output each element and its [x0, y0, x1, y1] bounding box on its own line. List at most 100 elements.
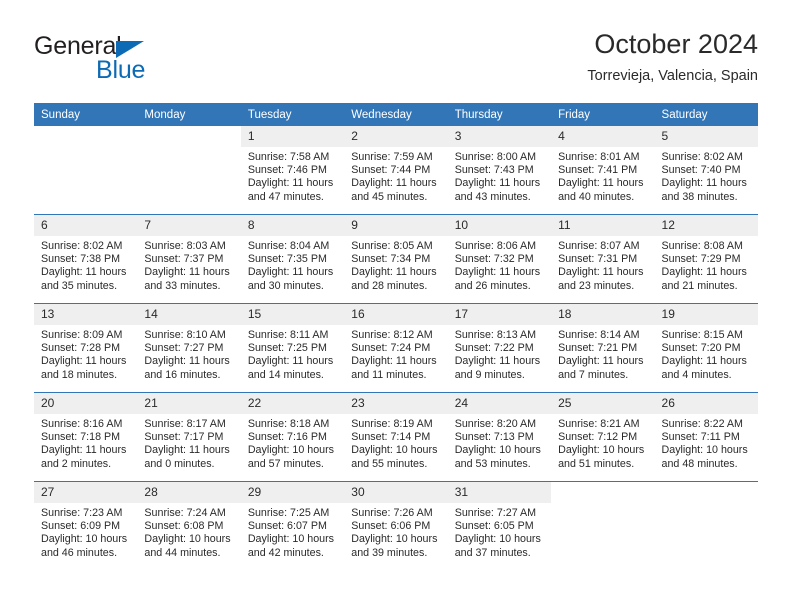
day-details: Sunrise: 8:02 AM Sunset: 7:40 PM Daylight:…	[655, 147, 758, 204]
sunrise-text: Sunrise: 8:15 AM	[661, 329, 743, 341]
sunset-text: Sunset: 7:31 PM	[558, 253, 638, 266]
day-details: Sunrise: 8:10 AM Sunset: 7:27 PM Daylight:…	[137, 325, 240, 382]
day-number: 14	[137, 304, 241, 325]
general-blue-logo[interactable]: General Blue	[34, 32, 234, 88]
sunrise-text: Sunrise: 8:02 AM	[41, 240, 123, 252]
day-details: Sunrise: 7:25 AM Sunset: 6:07 PM Daylight:…	[241, 503, 344, 560]
calendar-day-cell[interactable]: 18 Sunrise: 8:14 AM Sunset: 7:21 PM Dayligh…	[551, 303, 655, 393]
calendar-day-cell[interactable]: 20 Sunrise: 8:16 AM Sunset: 7:18 PM Dayligh…	[34, 392, 138, 482]
sunrise-text: Sunrise: 8:13 AM	[454, 329, 537, 341]
sunrise-text: Sunrise: 8:01 AM	[558, 151, 640, 163]
calendar-day-cell[interactable]: 22 Sunrise: 8:18 AM Sunset: 7:16 PM Dayligh…	[240, 392, 345, 482]
calendar-day-cell[interactable]: 4 Sunrise: 8:01 AM Sunset: 7:41 PM Daylight…	[551, 126, 655, 215]
calendar-day-cell[interactable]: 27 Sunrise: 7:23 AM Sunset: 6:09 PM Dayligh…	[34, 481, 138, 570]
title-block: October 2024 Torrevieja, Valencia, Spain	[587, 28, 758, 86]
day-number: 3	[447, 126, 552, 147]
day-number	[137, 126, 240, 147]
day-number: 4	[551, 126, 655, 147]
sunset-text: Sunset: 6:09 PM	[41, 520, 121, 533]
day-number: 22	[240, 393, 345, 414]
sunrise-text: Sunrise: 7:26 AM	[351, 507, 433, 519]
weekday-header-monday: Monday	[137, 103, 241, 126]
calendar-day-cell[interactable]: 14 Sunrise: 8:10 AM Sunset: 7:27 PM Dayligh…	[137, 303, 241, 393]
sunrise-text: Sunrise: 8:10 AM	[144, 329, 226, 341]
day-number	[655, 482, 758, 503]
calendar-day-cell[interactable]: 1 Sunrise: 7:58 AM Sunset: 7:46 PM Daylight…	[240, 126, 345, 215]
calendar-day-cell[interactable]: 13 Sunrise: 8:09 AM Sunset: 7:28 PM Dayligh…	[34, 303, 138, 393]
daylight-text: Daylight: 11 hours and 2 minutes.	[41, 444, 127, 470]
sunrise-text: Sunrise: 8:22 AM	[661, 418, 743, 430]
calendar-day-cell[interactable]: 12 Sunrise: 8:08 AM Sunset: 7:29 PM Dayligh…	[654, 214, 758, 304]
sunrise-text: Sunrise: 8:14 AM	[558, 329, 640, 341]
daylight-text: Daylight: 11 hours and 28 minutes.	[351, 266, 437, 292]
calendar-day-cell[interactable]: 31 Sunrise: 7:27 AM Sunset: 6:05 PM Dayligh…	[447, 481, 552, 570]
calendar-day-cell[interactable]: 11 Sunrise: 8:07 AM Sunset: 7:31 PM Dayligh…	[551, 214, 655, 304]
calendar-day-cell[interactable]: 30 Sunrise: 7:26 AM Sunset: 6:06 PM Dayligh…	[344, 481, 448, 570]
calendar-day-cell[interactable]: 10 Sunrise: 8:06 AM Sunset: 7:32 PM Dayligh…	[447, 214, 552, 304]
sunset-text: Sunset: 7:34 PM	[351, 253, 431, 266]
daylight-text: Daylight: 11 hours and 45 minutes.	[351, 177, 437, 203]
sunrise-text: Sunrise: 8:09 AM	[41, 329, 123, 341]
daylight-text: Daylight: 10 hours and 39 minutes.	[351, 533, 438, 559]
calendar-day-cell-empty	[654, 481, 758, 570]
day-details: Sunrise: 8:11 AM Sunset: 7:25 PM Daylight:…	[241, 325, 344, 382]
sunrise-text: Sunrise: 8:17 AM	[144, 418, 226, 430]
calendar-grid: Sunday Monday Tuesday Wednesday Thursday Frid…	[34, 103, 758, 570]
sunset-text: Sunset: 7:18 PM	[41, 431, 121, 444]
calendar-day-cell[interactable]: 7 Sunrise: 8:03 AM Sunset: 7:37 PM Daylight…	[137, 214, 241, 304]
day-number: 5	[654, 126, 758, 147]
calendar-day-cell[interactable]: 8 Sunrise: 8:04 AM Sunset: 7:35 PM Daylight…	[240, 214, 345, 304]
calendar-day-cell[interactable]: 2 Sunrise: 7:59 AM Sunset: 7:44 PM Daylight…	[344, 126, 448, 215]
day-number: 10	[447, 215, 552, 236]
sunset-text: Sunset: 7:25 PM	[247, 342, 327, 355]
daylight-text: Daylight: 11 hours and 23 minutes.	[558, 266, 644, 292]
calendar-day-cell[interactable]: 19 Sunrise: 8:15 AM Sunset: 7:20 PM Dayligh…	[654, 303, 758, 393]
calendar-day-cell[interactable]: 29 Sunrise: 7:25 AM Sunset: 6:07 PM Dayligh…	[240, 481, 345, 570]
daylight-text: Daylight: 10 hours and 44 minutes.	[144, 533, 231, 559]
calendar-day-cell[interactable]: 21 Sunrise: 8:17 AM Sunset: 7:17 PM Dayligh…	[137, 392, 241, 482]
day-number: 20	[34, 393, 138, 414]
daylight-text: Daylight: 11 hours and 43 minutes.	[454, 177, 541, 203]
calendar-day-cell[interactable]: 23 Sunrise: 8:19 AM Sunset: 7:14 PM Dayligh…	[344, 392, 448, 482]
sunrise-text: Sunrise: 8:06 AM	[454, 240, 537, 252]
calendar-day-cell[interactable]: 25 Sunrise: 8:21 AM Sunset: 7:12 PM Dayligh…	[551, 392, 655, 482]
sunset-text: Sunset: 7:28 PM	[41, 342, 121, 355]
calendar-day-cell[interactable]: 5 Sunrise: 8:02 AM Sunset: 7:40 PM Daylight…	[654, 126, 758, 215]
calendar-day-cell[interactable]: 3 Sunrise: 8:00 AM Sunset: 7:43 PM Daylight…	[447, 126, 552, 215]
weekday-header-thursday: Thursday	[447, 103, 552, 126]
day-number: 29	[240, 482, 345, 503]
calendar-week-row: 1 Sunrise: 7:58 AM Sunset: 7:46 PM Daylight…	[34, 126, 758, 215]
day-details: Sunrise: 8:01 AM Sunset: 7:41 PM Daylight:…	[551, 147, 654, 204]
page-header: General Blue October 2024 Torrevieja, Va…	[34, 28, 758, 98]
calendar-week-row: 27 Sunrise: 7:23 AM Sunset: 6:09 PM Dayligh…	[34, 481, 758, 570]
calendar-day-cell[interactable]: 16 Sunrise: 8:12 AM Sunset: 7:24 PM Dayligh…	[344, 303, 448, 393]
day-details: Sunrise: 8:09 AM Sunset: 7:28 PM Daylight:…	[34, 325, 137, 382]
calendar-day-cell-empty	[34, 126, 137, 215]
calendar-day-cell[interactable]: 9 Sunrise: 8:05 AM Sunset: 7:34 PM Daylight…	[344, 214, 448, 304]
calendar-day-cell[interactable]: 24 Sunrise: 8:20 AM Sunset: 7:13 PM Dayligh…	[447, 392, 552, 482]
calendar-day-cell[interactable]: 17 Sunrise: 8:13 AM Sunset: 7:22 PM Dayligh…	[447, 303, 552, 393]
sunrise-text: Sunrise: 7:25 AM	[247, 507, 330, 519]
sunset-text: Sunset: 7:20 PM	[661, 342, 741, 355]
sunrise-text: Sunrise: 8:04 AM	[247, 240, 330, 252]
day-number: 25	[551, 393, 655, 414]
day-number: 2	[344, 126, 448, 147]
sunrise-text: Sunrise: 8:19 AM	[351, 418, 433, 430]
sunset-text: Sunset: 6:08 PM	[144, 520, 224, 533]
calendar-day-cell[interactable]: 26 Sunrise: 8:22 AM Sunset: 7:11 PM Dayligh…	[654, 392, 758, 482]
day-details: Sunrise: 7:27 AM Sunset: 6:05 PM Daylight:…	[448, 503, 551, 560]
sunset-text: Sunset: 7:37 PM	[144, 253, 224, 266]
daylight-text: Daylight: 10 hours and 51 minutes.	[558, 444, 645, 470]
calendar-day-cell[interactable]: 15 Sunrise: 8:11 AM Sunset: 7:25 PM Dayligh…	[240, 303, 345, 393]
day-details: Sunrise: 7:59 AM Sunset: 7:44 PM Daylight:…	[344, 147, 447, 204]
daylight-text: Daylight: 11 hours and 21 minutes.	[661, 266, 747, 292]
day-number: 8	[240, 215, 345, 236]
sunset-text: Sunset: 7:44 PM	[351, 164, 431, 177]
calendar-day-cell[interactable]: 6 Sunrise: 8:02 AM Sunset: 7:38 PM Daylight…	[34, 214, 138, 304]
daylight-text: Daylight: 10 hours and 46 minutes.	[41, 533, 128, 559]
day-details: Sunrise: 8:08 AM Sunset: 7:29 PM Daylight:…	[655, 236, 758, 293]
day-number	[551, 482, 654, 503]
calendar-day-cell[interactable]: 28 Sunrise: 7:24 AM Sunset: 6:08 PM Dayligh…	[137, 481, 241, 570]
calendar-table: Sunday Monday Tuesday Wednesday Thursday Frid…	[34, 103, 758, 570]
sunset-text: Sunset: 7:13 PM	[454, 431, 534, 444]
